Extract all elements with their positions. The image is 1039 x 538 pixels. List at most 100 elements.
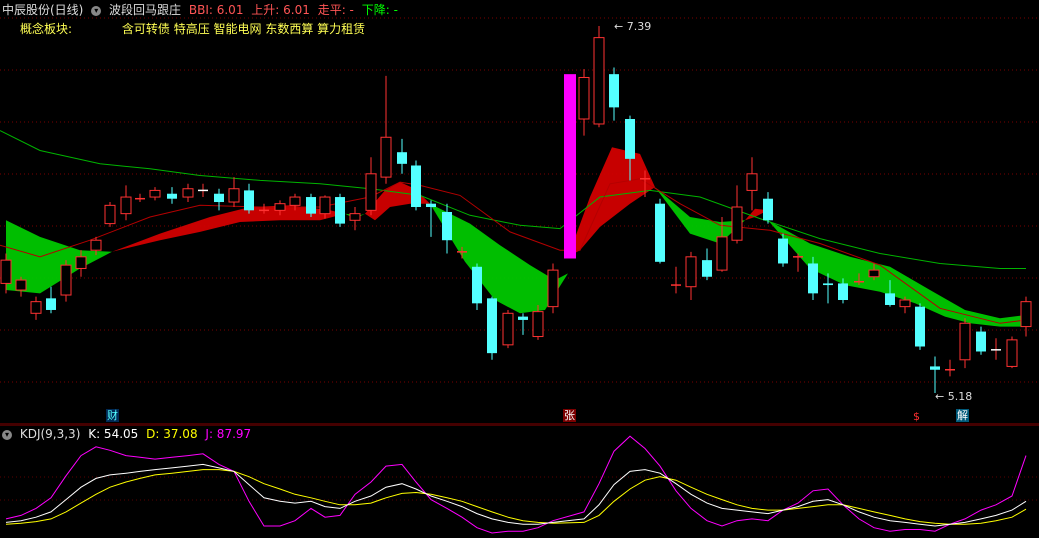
- candle-down: [976, 326, 986, 355]
- candle-up: [671, 266, 681, 294]
- candle-down: [214, 188, 224, 211]
- chevron-circle-icon[interactable]: ▾: [2, 429, 12, 440]
- marker-jie[interactable]: 解: [956, 409, 969, 422]
- candle-body: [46, 298, 56, 310]
- candle-body: [885, 293, 895, 305]
- candle-up: [60, 260, 72, 302]
- candle-body: [487, 298, 497, 354]
- candle-body: [149, 189, 161, 198]
- candle-body: [778, 238, 788, 264]
- candle-down: [518, 313, 528, 335]
- indicator-name[interactable]: 波段回马跟庄: [109, 3, 181, 17]
- candle-body: [731, 206, 743, 241]
- candle-body: [319, 196, 331, 215]
- kdj-j-line: [5, 435, 1027, 534]
- chart-header: 中辰股份(日线) ▾ 波段回马跟庄 BBI: 6.01 上升: 6.01 走平:…: [2, 2, 402, 18]
- concept-row: 概念板块: 含可转债 特高压 智能电网 东数西算 算力租赁: [20, 21, 365, 37]
- candle-body: [823, 283, 833, 286]
- candle-up: [793, 253, 803, 272]
- kdj-j: J: 87.97: [205, 427, 252, 441]
- candle-up: [104, 202, 116, 227]
- high-price-label: ← 7.39: [614, 20, 651, 33]
- candle-body: [930, 366, 940, 370]
- candle-body: [716, 236, 728, 271]
- candle-up: [182, 183, 194, 203]
- candle-up: [685, 251, 697, 301]
- candle-down: [763, 192, 773, 224]
- candle-body: [593, 37, 605, 125]
- candle-body: [1006, 339, 1018, 367]
- kdj-chart[interactable]: [0, 425, 1039, 538]
- stock-name[interactable]: 中辰股份(日线): [2, 3, 83, 17]
- chevron-circle-icon[interactable]: ▾: [91, 5, 102, 16]
- candle-body: [763, 198, 773, 221]
- candle-up: [30, 296, 42, 320]
- marker-cai[interactable]: 财: [106, 409, 119, 422]
- down-value: 下降: -: [361, 3, 398, 17]
- candle-body: [167, 193, 177, 199]
- candle-body: [959, 322, 971, 361]
- candle-body: [15, 279, 27, 291]
- candle-up: [593, 26, 605, 128]
- candle-up: [120, 185, 132, 221]
- candle-body: [899, 299, 911, 308]
- candle-up: [959, 318, 971, 369]
- candle-down: [335, 193, 345, 227]
- candle-body: [30, 301, 42, 314]
- candle-body: [838, 283, 848, 301]
- candle-body: [289, 196, 301, 206]
- candle-up: [731, 185, 743, 244]
- candle-up: [349, 207, 361, 231]
- candle-down: [930, 356, 940, 393]
- candle-body: [411, 165, 421, 208]
- candle-down: [411, 160, 421, 211]
- candle-up: [945, 359, 955, 377]
- candle-up: [502, 309, 514, 349]
- candlestick-chart[interactable]: ← 7.39 ← 5.18: [0, 0, 1039, 425]
- candle-body: [349, 213, 361, 221]
- candle-down: [655, 198, 665, 264]
- candle-up: [135, 193, 145, 203]
- candle-down: [46, 286, 56, 314]
- green-band: [768, 220, 1026, 327]
- candle-up: [746, 157, 758, 211]
- candle-body: [380, 136, 392, 178]
- candle-body: [685, 256, 697, 288]
- candle-down: [472, 263, 482, 310]
- kdj-header: ▾ KDJ(9,3,3) K: 54.05 D: 37.08 J: 87.97: [2, 427, 255, 441]
- candle-body: [214, 193, 224, 203]
- candle-body: [60, 264, 72, 296]
- candle-down: [915, 303, 925, 350]
- marker-zhang[interactable]: 张: [563, 409, 576, 422]
- candle-up: [15, 276, 27, 297]
- candle-down: [306, 193, 316, 217]
- candle-body: [868, 269, 880, 278]
- bbi-value: BBI: 6.01: [188, 3, 244, 17]
- candle-up: [1006, 336, 1018, 369]
- candle-up: [365, 157, 377, 216]
- kdj-name[interactable]: KDJ(9,3,3): [20, 427, 81, 441]
- marker-dollar[interactable]: $: [912, 410, 921, 423]
- concept-items: 含可转债 特高压 智能电网 东数西算 算力租赁: [121, 22, 366, 36]
- candle-body: [472, 266, 482, 304]
- concept-label: 概念板块:: [20, 22, 73, 36]
- long-ma-line: [0, 130, 1026, 269]
- candle-body: [75, 256, 87, 269]
- candle-body: [397, 152, 407, 164]
- kdj-d: D: 37.08: [146, 427, 198, 441]
- candle-body: [655, 203, 665, 262]
- limit-up-bar: [564, 74, 576, 259]
- candle-body: [182, 188, 194, 198]
- low-price-label: ← 5.18: [935, 390, 972, 403]
- candle-body: [1020, 301, 1032, 328]
- candle-body: [547, 269, 559, 308]
- candle-body: [442, 211, 452, 241]
- candle-up: [1020, 296, 1032, 337]
- candle-up: [547, 263, 559, 314]
- candle-body: [625, 118, 635, 159]
- candle-down: [778, 233, 788, 267]
- candle-body: [532, 311, 544, 338]
- candle-down: [167, 187, 177, 204]
- candle-body: [90, 239, 102, 251]
- candle-body: [0, 259, 12, 284]
